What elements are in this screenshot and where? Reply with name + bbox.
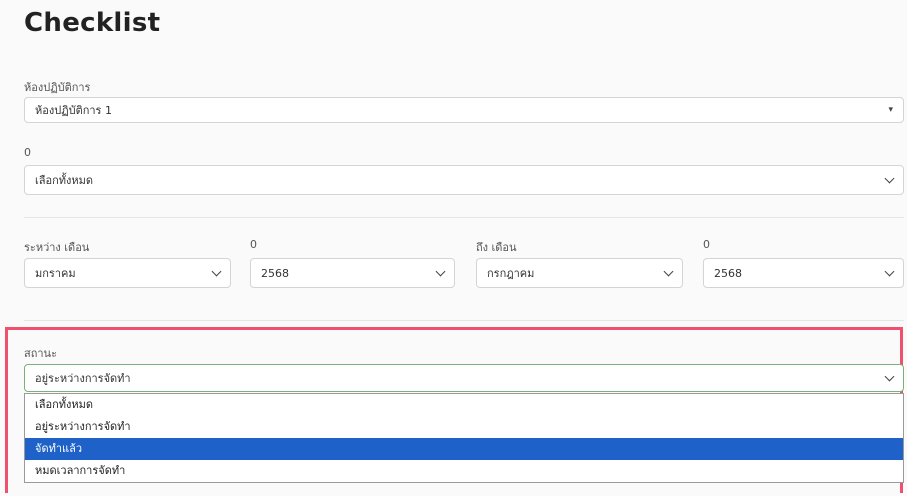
from-year-label: 0 xyxy=(250,238,257,251)
to-month-value: กรกฎาคม xyxy=(487,267,535,280)
from-month-label: ระหว่าง เดือน xyxy=(24,241,90,254)
status-dropdown: เลือกทั้งหมด อยู่ระหว่างการจัดทำ จัดทำแล… xyxy=(24,393,904,483)
status-select-value: อยู่ระหว่างการจัดทำ xyxy=(35,372,131,385)
status-label: สถานะ xyxy=(24,347,57,360)
lab-label: ห้องปฏิบัติการ xyxy=(24,81,91,94)
divider xyxy=(24,217,904,218)
status-option-in-progress[interactable]: อยู่ระหว่างการจัดทำ xyxy=(25,416,903,438)
caret-down-icon: ▾ xyxy=(888,105,893,115)
divider xyxy=(24,320,904,321)
status-option-completed[interactable]: จัดทำแล้ว xyxy=(25,438,903,460)
status-option-expired[interactable]: หมดเวลาการจัดทำ xyxy=(25,460,903,482)
to-year-value: 2568 xyxy=(714,266,742,280)
page-title: Checklist xyxy=(24,8,161,38)
field2-label: 0 xyxy=(24,146,31,159)
to-year-label: 0 xyxy=(703,238,710,251)
from-month-select[interactable]: มกราคม xyxy=(24,258,231,288)
from-month-value: มกราคม xyxy=(35,267,76,280)
from-year-select[interactable]: 2568 xyxy=(250,258,455,288)
status-option-all[interactable]: เลือกทั้งหมด xyxy=(25,394,903,416)
chevron-down-icon xyxy=(663,266,674,277)
chevron-down-icon xyxy=(435,266,446,277)
chevron-down-icon xyxy=(884,173,895,184)
chevron-down-icon xyxy=(211,266,222,277)
from-year-value: 2568 xyxy=(261,266,289,280)
field2-select[interactable]: เลือกทั้งหมด xyxy=(24,165,904,195)
to-month-select[interactable]: กรกฎาคม xyxy=(476,258,683,288)
to-year-select[interactable]: 2568 xyxy=(703,258,904,288)
field2-select-value: เลือกทั้งหมด xyxy=(35,174,94,187)
to-month-label: ถึง เดือน xyxy=(476,241,517,254)
lab-select-value: ห้องปฏิบัติการ 1 xyxy=(35,104,112,117)
status-select[interactable]: อยู่ระหว่างการจัดทำ xyxy=(24,364,904,392)
lab-select[interactable]: ห้องปฏิบัติการ 1 ▾ xyxy=(24,97,904,123)
chevron-down-icon xyxy=(884,266,895,277)
chevron-down-icon xyxy=(884,371,895,382)
